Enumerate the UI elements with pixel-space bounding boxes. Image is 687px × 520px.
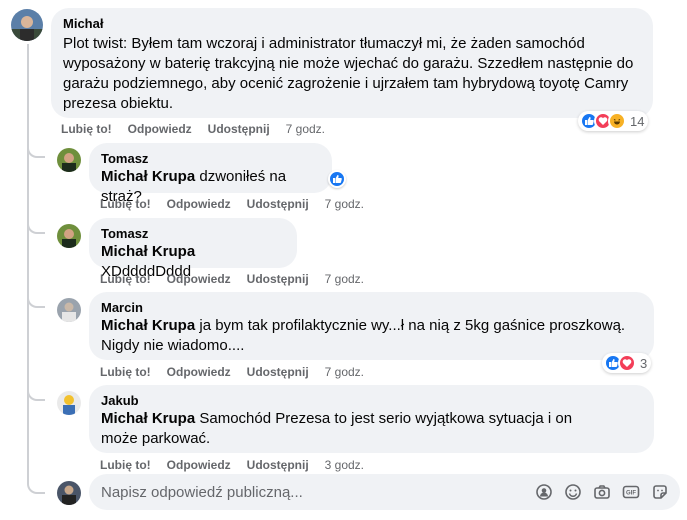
love-icon: [618, 354, 636, 372]
reply-button[interactable]: Odpowiedz: [167, 365, 231, 379]
like-button[interactable]: Lubię to!: [61, 122, 112, 136]
reaction-summary[interactable]: 3: [602, 353, 652, 373]
avatar-sticker-icon[interactable]: [534, 482, 554, 502]
reply-bubble: Tomasz Michał Krupa XDddddDddd: [89, 218, 297, 280]
thread-branch: [27, 383, 45, 401]
reply-button[interactable]: Odpowiedz: [128, 122, 192, 136]
svg-text:GIF: GIF: [626, 491, 636, 497]
reply-button[interactable]: Odpowiedz: [167, 458, 231, 472]
share-button[interactable]: Udostępnij: [247, 458, 309, 472]
like-button[interactable]: Lubię to!: [100, 197, 151, 211]
reaction-count: 3: [640, 355, 648, 371]
thread-branch: [27, 216, 45, 234]
reply-actions: Lubię to! Odpowiedz Udostępnij 7 godz.: [100, 197, 380, 211]
mention-link[interactable]: Michał Krupa: [101, 168, 195, 185]
reply-composer[interactable]: GIF: [89, 474, 680, 510]
mention-link[interactable]: Michał Krupa: [101, 410, 195, 427]
like-icon[interactable]: [328, 170, 346, 188]
like-button[interactable]: Lubię to!: [100, 458, 151, 472]
reply-button[interactable]: Odpowiedz: [167, 197, 231, 211]
reaction-count: 14: [630, 113, 645, 129]
comment-author[interactable]: Michał: [63, 16, 641, 32]
comment-actions: Lubię to! Odpowiedz Udostępnij 7 godz.: [61, 122, 341, 136]
haha-icon: [608, 112, 626, 130]
share-button[interactable]: Udostępnij: [247, 197, 309, 211]
reply-bubble: Marcin Michał Krupa ja bym tak profilakt…: [89, 292, 654, 360]
mention-link[interactable]: Michał Krupa: [101, 317, 195, 334]
share-button[interactable]: Udostępnij: [247, 272, 309, 286]
reply-text: Michał Krupa ja bym tak profilaktycznie …: [101, 316, 641, 356]
avatar[interactable]: [57, 148, 81, 172]
reply-actions: Lubię to! Odpowiedz Udostępnij 3 godz.: [100, 458, 380, 472]
reply-bubble: Jakub Michał Krupa Samochód Prezesa to j…: [89, 385, 654, 453]
avatar[interactable]: [57, 224, 81, 248]
reply-actions: Lubię to! Odpowiedz Udostępnij 7 godz.: [100, 272, 380, 286]
composer-icons: GIF: [525, 482, 670, 502]
reaction-summary[interactable]: 14: [578, 111, 649, 131]
mention-link[interactable]: Michał Krupa: [101, 243, 195, 260]
comment-text: Plot twist: Byłem tam wczoraj i administ…: [63, 35, 634, 112]
gif-icon[interactable]: GIF: [621, 482, 641, 502]
reply-author[interactable]: Marcin: [101, 300, 642, 316]
reply-bubble: Tomasz Michał Krupa dzwoniłeś na straż?: [89, 143, 332, 205]
reply-button[interactable]: Odpowiedz: [167, 272, 231, 286]
share-button[interactable]: Udostępnij: [208, 122, 270, 136]
thread-line: [27, 44, 29, 482]
timestamp[interactable]: 7 godz.: [325, 365, 364, 379]
comment-bubble: Michał Plot twist: Byłem tam wczoraj i a…: [51, 8, 653, 118]
timestamp[interactable]: 3 godz.: [325, 458, 364, 472]
avatar[interactable]: [57, 298, 81, 322]
emoji-icon[interactable]: [563, 482, 583, 502]
reply-text: Michał Krupa Samochód Prezesa to jest se…: [101, 409, 611, 449]
camera-icon[interactable]: [592, 482, 612, 502]
sticker-icon[interactable]: [650, 482, 670, 502]
reply-author[interactable]: Tomasz: [101, 151, 320, 167]
current-user-avatar[interactable]: [57, 481, 81, 505]
timestamp[interactable]: 7 godz.: [325, 197, 364, 211]
avatar[interactable]: [11, 9, 43, 41]
like-button[interactable]: Lubię to!: [100, 272, 151, 286]
reply-author[interactable]: Tomasz: [101, 226, 285, 242]
thread-branch: [27, 476, 45, 494]
share-button[interactable]: Udostępnij: [247, 365, 309, 379]
timestamp[interactable]: 7 godz.: [286, 122, 325, 136]
thread-branch: [27, 290, 45, 308]
like-button[interactable]: Lubię to!: [100, 365, 151, 379]
reply-author[interactable]: Jakub: [101, 393, 642, 409]
reply-actions: Lubię to! Odpowiedz Udostępnij 7 godz.: [100, 365, 380, 379]
timestamp[interactable]: 7 godz.: [325, 272, 364, 286]
avatar[interactable]: [57, 391, 81, 415]
reply-input[interactable]: [101, 483, 521, 501]
thread-branch: [27, 140, 45, 158]
